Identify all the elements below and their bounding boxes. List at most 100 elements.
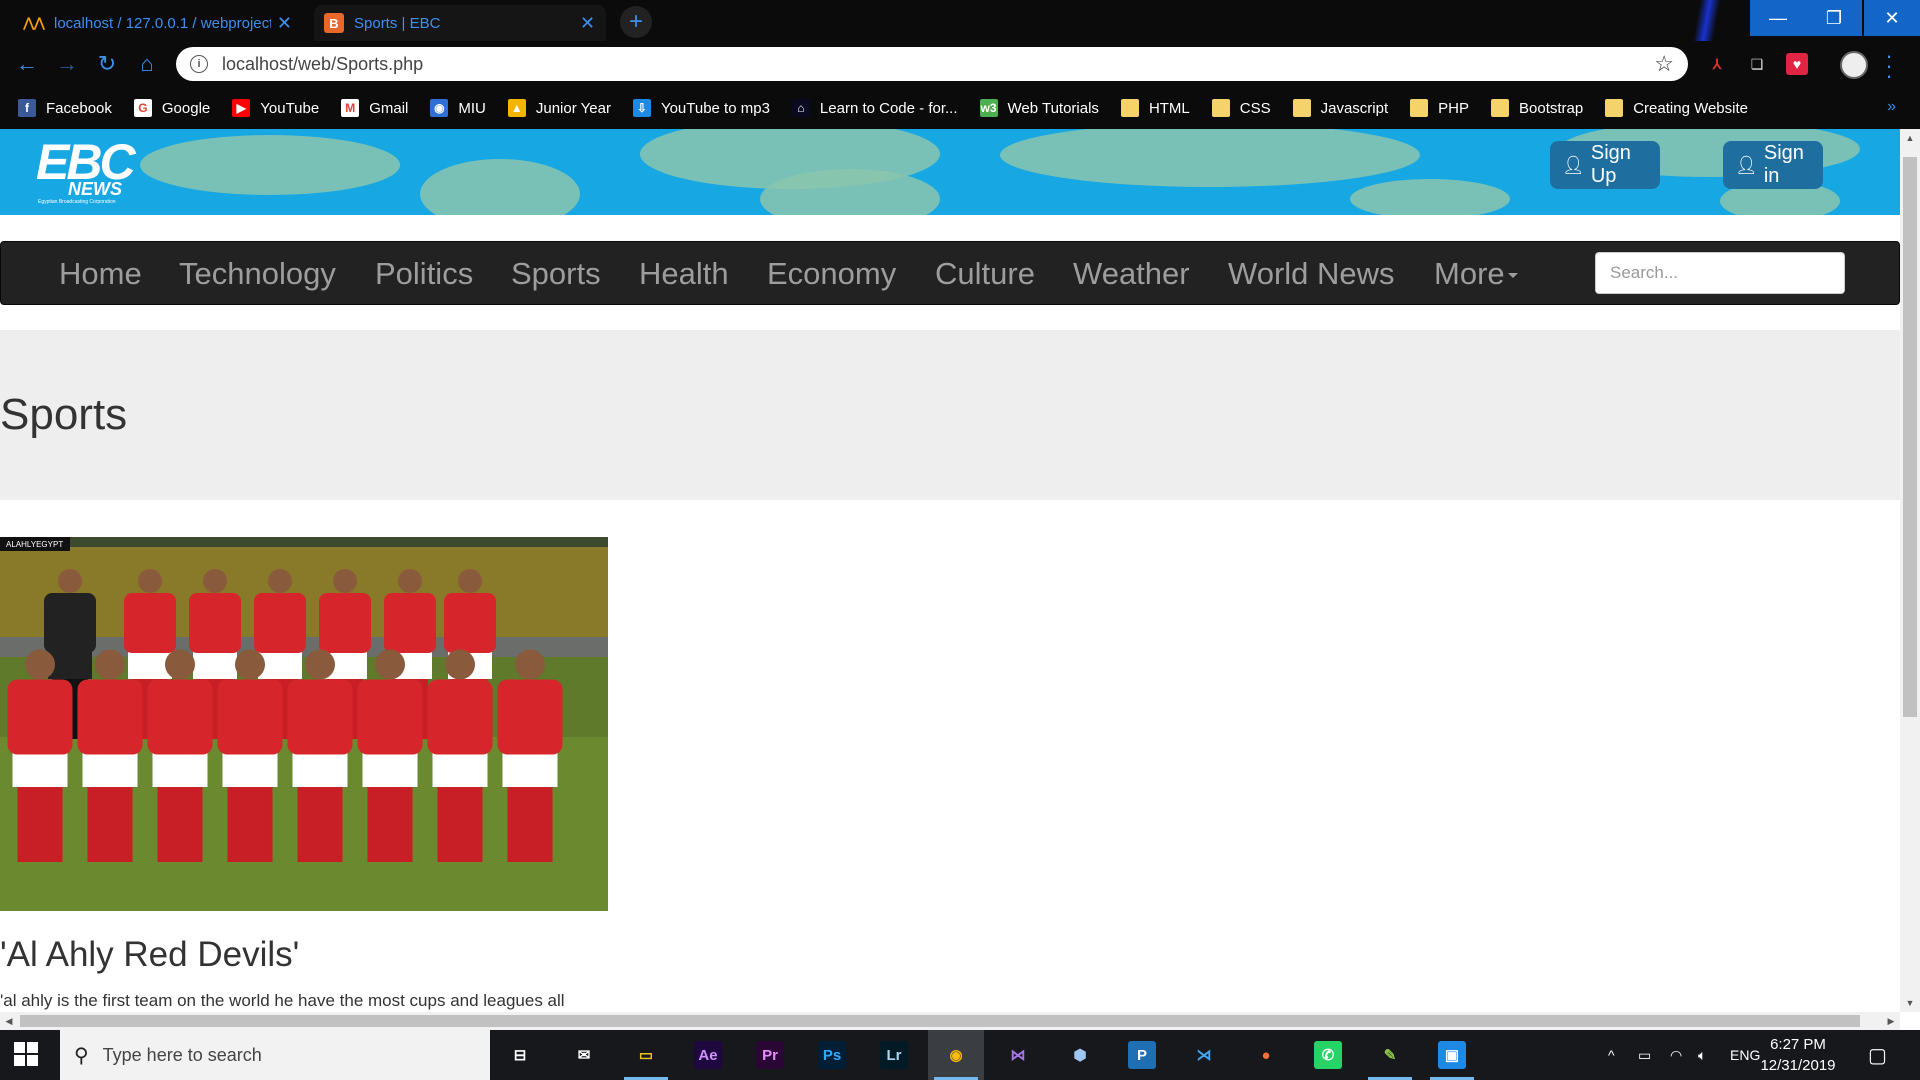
show-hidden-icons-icon[interactable]: ^ [1608,1030,1615,1080]
taskbar-photos-button[interactable]: ▣ [1424,1030,1480,1080]
taskbar-lightroom-button[interactable]: Lr [866,1030,922,1080]
copy-extension-icon[interactable]: ❏ [1746,53,1768,75]
page-header: Sports [0,330,1900,500]
nav-health[interactable]: Health [639,256,729,292]
taskbar-search-box[interactable]: ⚲ Type here to search [60,1030,490,1080]
bookmark-javascript[interactable]: Javascript [1292,99,1389,117]
scroll-right-icon[interactable]: ▶ [1882,1012,1900,1030]
nav-politics[interactable]: Politics [375,256,473,292]
pdf-extension-icon[interactable]: ⅄ [1706,53,1728,75]
tab-label: Sports | EBC [354,14,441,32]
nav-culture[interactable]: Culture [935,256,1035,292]
restore-icon[interactable]: ❐ [1806,0,1862,36]
battery-icon[interactable]: ▭ [1638,1030,1651,1080]
taskbar-after-effects-button[interactable]: Ae [680,1030,736,1080]
taskbar-premiere-button[interactable]: Pr [742,1030,798,1080]
bookmark-html[interactable]: HTML [1120,99,1190,117]
bookmark-creating-website[interactable]: Creating Website [1605,99,1748,117]
tab-phpmyadmin[interactable]: ⋀⋀ localhost / 127.0.0.1 / webproject ✕ [14,5,302,41]
pocket-extension-icon[interactable]: ♥ [1786,53,1808,75]
scroll-down-icon[interactable]: ▼ [1900,994,1920,1012]
minimize-icon[interactable]: — [1750,0,1806,36]
bookmark-learn-to-code-for[interactable]: ⌂ Learn to Code - for... [791,99,958,117]
nav-more-dropdown[interactable]: More [1434,256,1518,292]
nav-weather[interactable]: Weather [1073,256,1190,292]
tab-sports-ebc[interactable]: B Sports | EBC ✕ [314,5,606,41]
nav-economy[interactable]: Economy [767,256,896,292]
bookmark-youtube-to-mp3[interactable]: ⇩ YouTube to mp3 [632,99,770,117]
page-viewport: EBC NEWS Egyptian Broadcasting Corporati… [0,129,1900,1012]
taskbar-whatsapp-button[interactable]: ✆ [1300,1030,1356,1080]
taskbar-task-view-button[interactable]: ⊟ [492,1030,548,1080]
visual-studio-icon: ⋈ [1010,1047,1026,1064]
bookmark-youtube[interactable]: ▶ YouTube [232,99,319,117]
scroll-left-icon[interactable]: ◀ [0,1012,18,1030]
user-icon: 👤︎ [1735,154,1758,175]
close-tab-icon[interactable]: ✕ [277,13,292,34]
menu-dots-icon[interactable]: · · · [1884,45,1894,87]
home-icon[interactable]: ⌂ [132,49,162,79]
back-arrow-icon[interactable]: ← [12,49,42,79]
bookmark-miu[interactable]: ◉ MIU [430,99,486,117]
scroll-thumb[interactable] [1903,157,1917,717]
taskbar-photoshop-button[interactable]: Ps [804,1030,860,1080]
wifi-icon[interactable]: ◠ [1670,1030,1682,1080]
system-clock[interactable]: 6:27 PM 12/31/2019 [1752,1034,1844,1076]
profile-avatar-icon[interactable] [1840,51,1868,79]
taskbar-publisher-button[interactable]: P [1114,1030,1170,1080]
taskbar-vscode-button[interactable]: ⋊ [1176,1030,1232,1080]
whatsapp-icon: ✆ [1314,1041,1342,1069]
reload-icon[interactable]: ↻ [92,49,122,79]
taskbar-firefox-button[interactable]: ● [1238,1030,1294,1080]
notepad-plus-icon: ✎ [1383,1047,1397,1064]
forward-arrow-icon[interactable]: → [52,49,82,79]
article-excerpt: 'al ahly is the first team on the world … [0,991,565,1010]
bookmark-php[interactable]: PHP [1410,99,1469,117]
address-bar[interactable]: i localhost/web/Sports.php ☆ [176,47,1688,81]
vscode-icon: ⋊ [1196,1047,1212,1064]
sign-in-button[interactable]: 👤︎ Sign in [1723,141,1823,189]
article-title[interactable]: 'Al Ahly Red Devils' [0,935,299,975]
windows-start-icon[interactable] [14,1042,38,1066]
site-header-banner: EBC NEWS Egyptian Broadcasting Corporati… [0,129,1900,215]
photos-icon: ▣ [1438,1041,1466,1069]
nav-home[interactable]: Home [59,256,142,292]
search-input[interactable] [1595,252,1845,294]
horizontal-scrollbar[interactable]: ◀ ▶ [0,1012,1900,1030]
nav-sports[interactable]: Sports [511,256,601,292]
new-tab-button[interactable]: + [620,6,652,38]
nav-world-news[interactable]: World News [1228,256,1395,292]
bookmarks-overflow-icon[interactable]: » [1887,98,1896,116]
taskbar-chrome-button[interactable]: ◉ [928,1030,984,1080]
taskbar-notepad-plus-button[interactable]: ✎ [1362,1030,1418,1080]
sign-up-button[interactable]: 👤︎ Sign Up [1550,141,1660,189]
vertical-scrollbar[interactable]: ▲ ▼ [1900,129,1920,1012]
taskbar-mail-button[interactable]: ✉ [556,1030,612,1080]
bookmark-label: Javascript [1320,99,1389,117]
article-image-team-photo[interactable]: ALAHLYEGYPT [0,537,608,911]
notifications-icon[interactable]: ▢ [1868,1030,1887,1080]
bookmark-star-icon[interactable]: ☆ [1654,51,1674,77]
bookmark-junior-year[interactable]: ▲ Junior Year [507,99,611,117]
scroll-up-icon[interactable]: ▲ [1900,129,1920,147]
volume-icon[interactable]: 🔈︎ [1698,1030,1706,1080]
ebc-news-logo[interactable]: EBC NEWS Egyptian Broadcasting Corporati… [36,133,146,209]
taskbar-file-explorer-button[interactable]: ▭ [618,1030,674,1080]
taskbar-cube-app-button[interactable]: ⬢ [1052,1030,1108,1080]
url-text[interactable]: localhost/web/Sports.php [222,54,423,75]
scroll-thumb[interactable] [20,1015,1860,1027]
bookmark-google[interactable]: G Google [133,99,210,117]
nav-technology[interactable]: Technology [179,256,336,292]
bookmark-css[interactable]: CSS [1211,99,1271,117]
tab-strip: ⋀⋀ localhost / 127.0.0.1 / webproject ✕ … [0,0,1920,60]
facebook-icon: f [18,99,36,117]
close-window-icon[interactable]: ✕ [1864,0,1920,36]
taskbar-visual-studio-button[interactable]: ⋈ [990,1030,1046,1080]
close-tab-icon[interactable]: ✕ [580,13,595,34]
site-info-icon[interactable]: i [190,55,208,73]
bookmark-web-tutorials[interactable]: w3 Web Tutorials [979,99,1099,117]
bookmark-facebook[interactable]: f Facebook [18,99,112,117]
task-view-icon: ⊟ [513,1047,527,1064]
bookmark-gmail[interactable]: M Gmail [341,99,408,117]
bookmark-bootstrap[interactable]: Bootstrap [1491,99,1583,117]
